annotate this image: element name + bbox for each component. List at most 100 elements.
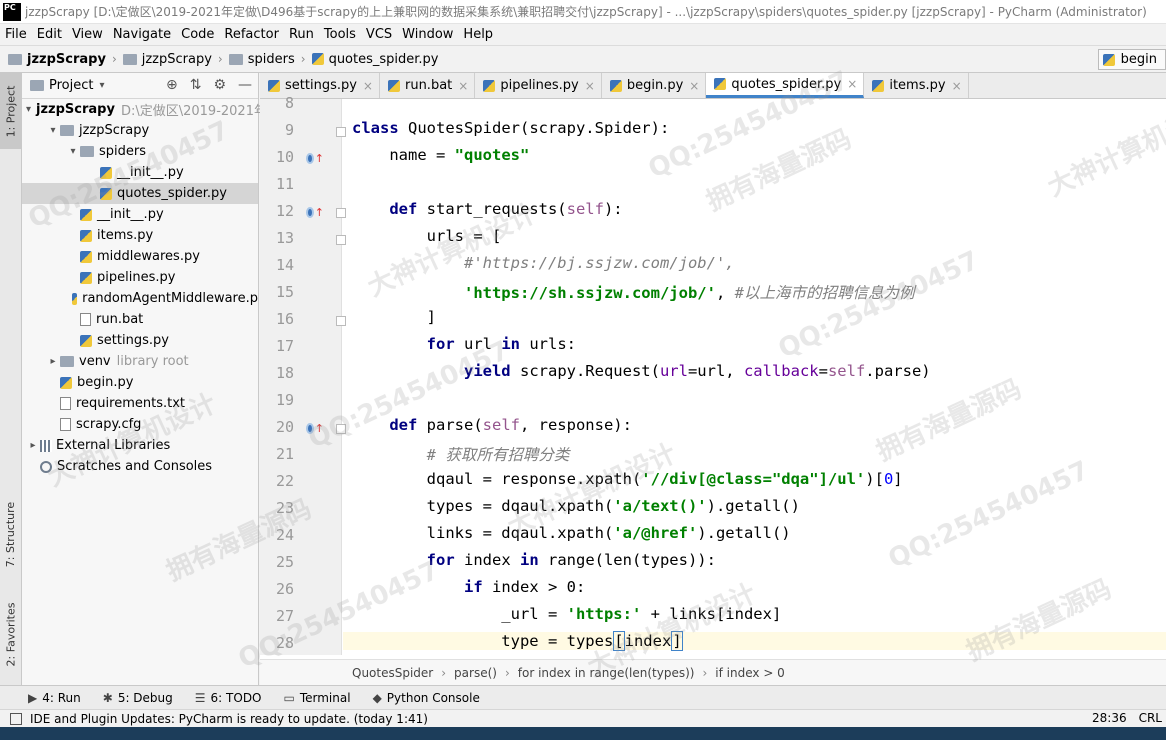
tool-4-run[interactable]: ▶ 4: Run: [28, 691, 81, 705]
tree-item[interactable]: run.bat: [22, 309, 258, 330]
code-line[interactable]: for url in urls:: [352, 335, 576, 353]
code-line[interactable]: for index in range(len(types)):: [352, 551, 716, 569]
menu-run[interactable]: Run: [284, 27, 319, 42]
tree-item[interactable]: __init__.py: [22, 162, 258, 183]
notification-icon[interactable]: [10, 712, 22, 725]
tree-item[interactable]: quotes_spider.py: [22, 183, 258, 204]
close-icon[interactable]: ×: [585, 79, 595, 93]
tab-structure[interactable]: 7: Structure: [0, 489, 22, 579]
menu-file[interactable]: File: [0, 27, 32, 42]
menu-navigate[interactable]: Navigate: [108, 27, 176, 42]
code-line[interactable]: dqaul = response.xpath('//div[@class="dq…: [352, 470, 903, 488]
tree-item[interactable]: ▾ jzzpScrapy: [22, 120, 258, 141]
chevron-down-icon[interactable]: ▾: [26, 104, 31, 115]
close-icon[interactable]: ×: [847, 77, 857, 91]
menu-help[interactable]: Help: [458, 27, 498, 42]
breadcrumb-item[interactable]: parse(): [454, 666, 497, 680]
tab-pipelines-py[interactable]: pipelines.py ×: [475, 73, 602, 98]
tab-favorites[interactable]: 2: Favorites: [0, 589, 22, 679]
override-method-icon[interactable]: ↑: [306, 150, 324, 166]
editor-gutter: 8 9 10 ↑ 11 12 ↑ 13 14 15 16 17 18 19 20 ↑ 21 22 23 24 25 26 2…: [260, 94, 346, 655]
breadcrumb-item[interactable]: for index in range(len(types)): [518, 666, 695, 680]
override-method-icon[interactable]: ↑: [306, 204, 324, 220]
code-line[interactable]: _url = 'https:' + links[index]: [352, 605, 781, 623]
code-line[interactable]: 'https://sh.ssjzw.com/job/', #以上海市的招聘信息为…: [352, 281, 914, 303]
nav-crumb-spiders[interactable]: spiders: [228, 52, 295, 67]
code-line[interactable]: type = types[index]: [343, 631, 1166, 651]
chevron-right-icon[interactable]: ▸: [26, 440, 40, 451]
tool-label: 6: TODO: [210, 690, 262, 705]
code-line[interactable]: #'https://bj.ssjzw.com/job/',: [352, 254, 735, 272]
menu-window[interactable]: Window: [397, 27, 458, 42]
line-separator[interactable]: CRL: [1139, 711, 1162, 725]
close-icon[interactable]: ×: [689, 79, 699, 93]
tab-items-py[interactable]: items.py ×: [864, 73, 969, 98]
menu-vcs[interactable]: VCS: [361, 27, 397, 42]
breadcrumb-item[interactable]: QuotesSpider: [352, 666, 433, 680]
status-message[interactable]: IDE and Plugin Updates: PyCharm is ready…: [30, 712, 428, 726]
code-area[interactable]: class QuotesSpider(scrapy.Spider): name …: [343, 99, 1166, 655]
code-line[interactable]: class QuotesSpider(scrapy.Spider):: [352, 119, 669, 137]
code-line[interactable]: yield scrapy.Request(url=url, callback=s…: [352, 362, 931, 380]
tree-item[interactable]: items.py: [22, 225, 258, 246]
chevron-down-icon[interactable]: ▾: [46, 125, 60, 136]
code-line[interactable]: # 获取所有招聘分类: [352, 443, 570, 465]
tool-5-debug[interactable]: ✱ 5: Debug: [103, 691, 173, 705]
menu-edit[interactable]: Edit: [32, 27, 67, 42]
python-file-icon: [80, 229, 92, 242]
menu-code[interactable]: Code: [176, 27, 219, 42]
line-number: 14: [275, 256, 294, 274]
collapse-all-icon[interactable]: ⇅: [190, 77, 202, 93]
caret-position[interactable]: 28:36: [1092, 711, 1127, 725]
code-line[interactable]: urls = [: [352, 227, 502, 245]
line-number: 27: [275, 607, 294, 625]
tool-python-console[interactable]: ◆ Python Console: [373, 691, 480, 705]
code-line[interactable]: links = dqaul.xpath('a/@href').getall(): [352, 524, 791, 542]
code-line[interactable]: if index > 0:: [352, 578, 585, 596]
gear-icon[interactable]: ⚙: [213, 77, 226, 93]
tree-item[interactable]: settings.py: [22, 330, 258, 351]
code-line[interactable]: name = "quotes": [352, 146, 529, 164]
chevron-down-icon[interactable]: ▾: [66, 146, 80, 157]
close-icon[interactable]: ×: [458, 79, 468, 93]
tree-item[interactable]: ▸ venv library root: [22, 351, 258, 372]
menu-tools[interactable]: Tools: [319, 27, 361, 42]
tab-begin-py[interactable]: begin.py ×: [602, 73, 707, 98]
code-line[interactable]: def parse(self, response):: [352, 416, 632, 434]
nav-crumb-root[interactable]: jzzpScrapy: [8, 52, 106, 67]
minimize-icon[interactable]: —: [238, 77, 252, 93]
tree-item[interactable]: scrapy.cfg: [22, 414, 258, 435]
tool-terminal[interactable]: ▭ Terminal: [284, 691, 351, 705]
nav-crumb-file[interactable]: quotes_spider.py: [311, 52, 439, 67]
tree-item[interactable]: ▸ External Libraries: [22, 435, 258, 456]
nav-crumb-package[interactable]: jzzpScrapy: [122, 52, 212, 67]
python-file-icon: [872, 79, 885, 92]
project-panel: Project ▾ ⊕ ⇅ ⚙ — ▾ jzzpScrapy D:\定做区\2019…: [22, 73, 267, 685]
close-icon[interactable]: ×: [952, 79, 962, 93]
chevron-right-icon[interactable]: ▸: [46, 356, 60, 367]
tree-item[interactable]: pipelines.py: [22, 267, 258, 288]
code-line[interactable]: types = dqaul.xpath('a/text()').getall(): [352, 497, 800, 515]
menu-view[interactable]: View: [67, 27, 108, 42]
tab-project[interactable]: 1: Project: [0, 73, 22, 149]
tree-item[interactable]: ▾ spiders: [22, 141, 258, 162]
tree-item[interactable]: middlewares.py: [22, 246, 258, 267]
tree-item[interactable]: Scratches and Consoles: [22, 456, 258, 477]
close-icon[interactable]: ×: [363, 79, 373, 93]
locate-icon[interactable]: ⊕: [166, 77, 178, 93]
menu-refactor[interactable]: Refactor: [219, 27, 284, 42]
tab-quotes-spider-py[interactable]: quotes_spider.py ×: [706, 73, 865, 98]
tree-item[interactable]: ▾ jzzpScrapy D:\定做区\2019-2021年: [22, 99, 267, 120]
tree-item[interactable]: begin.py: [22, 372, 258, 393]
tool-6-todo[interactable]: ☰ 6: TODO: [195, 691, 262, 705]
tree-item[interactable]: randomAgentMiddleware.p: [22, 288, 258, 309]
tab-run-bat[interactable]: run.bat ×: [380, 73, 476, 98]
run-configuration-select[interactable]: begin: [1097, 49, 1166, 70]
breadcrumb-item[interactable]: if index > 0: [715, 666, 785, 680]
code-line[interactable]: def start_requests(self):: [352, 200, 622, 218]
tree-item[interactable]: requirements.txt: [22, 393, 258, 414]
override-method-icon[interactable]: ↑: [306, 420, 324, 436]
tree-item[interactable]: __init__.py: [22, 204, 258, 225]
code-line[interactable]: ]: [352, 308, 436, 326]
project-view-select[interactable]: Project ▾: [30, 78, 105, 93]
